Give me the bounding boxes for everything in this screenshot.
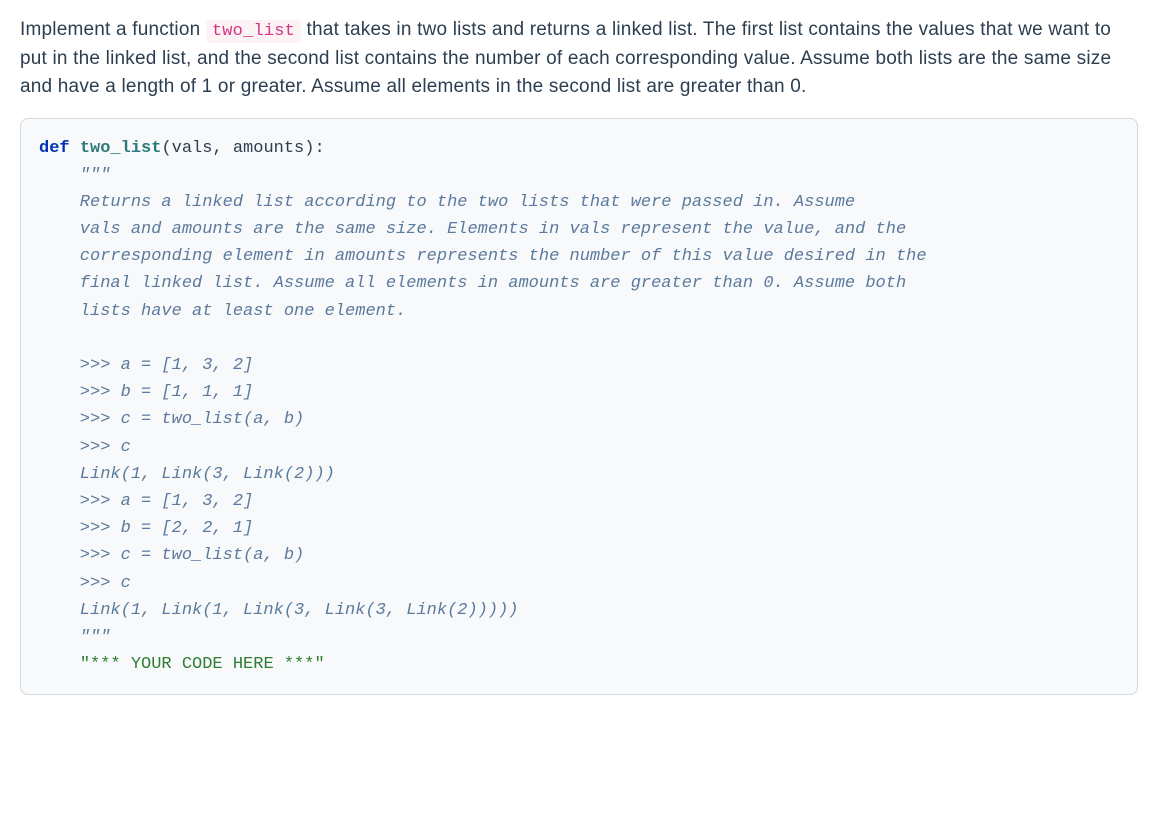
signature-tail: (vals, amounts): [161,139,324,158]
doctest-line-4: >>> c [39,438,131,457]
doctest-line-5: Link(1, Link(3, Link(2))) [39,465,335,484]
doctest-line-9: >>> c [39,574,131,593]
doctest-line-10: Link(1, Link(1, Link(3, Link(3, Link(2))… [39,601,518,620]
description-part1: Implement a function [20,19,206,40]
inline-code-two-list: two_list [206,20,301,43]
doctest-line-8: >>> c = two_list(a, b) [39,546,304,565]
doctest-line-7: >>> b = [2, 2, 1] [39,519,253,538]
keyword-def: def [39,139,70,158]
problem-description: Implement a function two_list that takes… [20,16,1138,102]
doctest-line-1: >>> a = [1, 3, 2] [39,356,253,375]
docstring-line-3: corresponding element in amounts represe… [39,247,927,266]
docstring-line-4: final linked list. Assume all elements i… [39,274,906,293]
placeholder-indent [39,655,80,674]
code-block: def two_list(vals, amounts): """ Returns… [20,118,1138,696]
docstring-open: """ [39,166,110,185]
doctest-line-6: >>> a = [1, 3, 2] [39,492,253,511]
docstring-line-2: vals and amounts are the same size. Elem… [39,220,906,239]
doctest-line-2: >>> b = [1, 1, 1] [39,383,253,402]
docstring-line-5: lists have at least one element. [39,302,406,321]
placeholder-string: "*** YOUR CODE HERE ***" [80,655,325,674]
docstring-line-1: Returns a linked list according to the t… [39,193,855,212]
docstring-close: """ [39,628,110,647]
doctest-line-3: >>> c = two_list(a, b) [39,410,304,429]
function-name: two_list [80,139,162,158]
